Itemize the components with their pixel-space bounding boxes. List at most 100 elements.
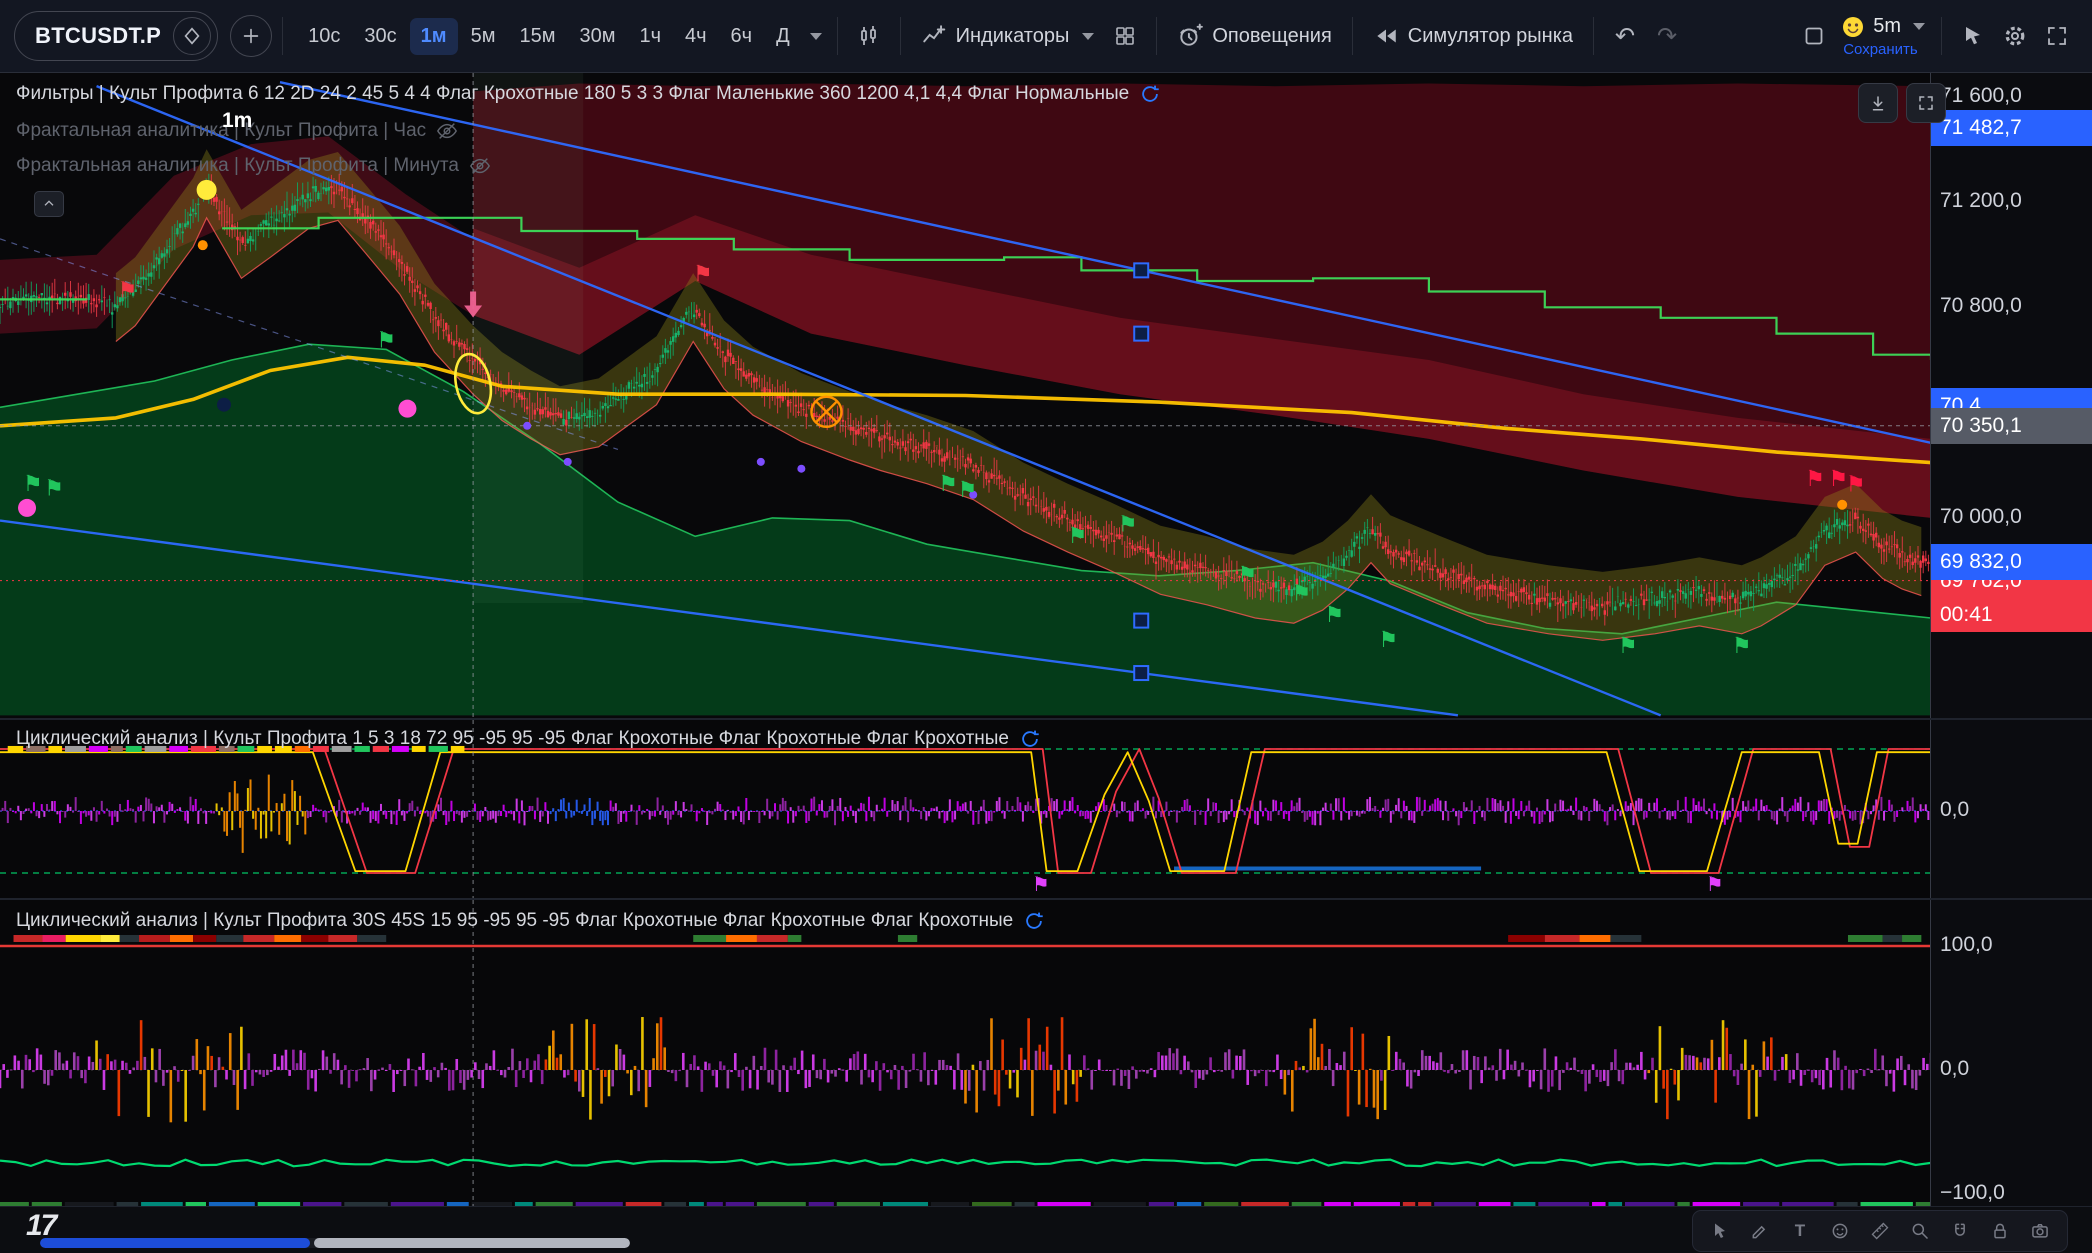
pane-divider[interactable] (0, 718, 2092, 720)
oscillator-pane-2: Циклический анализ | Культ Профита 30S 4… (0, 900, 2092, 1206)
refresh-icon[interactable] (1023, 910, 1045, 932)
symbol-button[interactable]: BTCUSDT.P (14, 11, 218, 61)
legend-cyclic-1[interactable]: Циклический анализ | Культ Профита 1 5 3… (16, 728, 1041, 750)
last-price-box: 71 482,7 (1931, 110, 2092, 146)
symbol-label: BTCUSDT.P (35, 23, 161, 49)
eye-slash-icon[interactable] (469, 155, 491, 177)
divider (900, 17, 901, 55)
svg-text:⚑: ⚑ (1846, 473, 1866, 498)
indicators-button[interactable]: Индикаторы (911, 15, 1105, 57)
timeframe-group: 10с30с1м5м15м30м1ч4ч6чД (297, 18, 800, 55)
price-label: 100,0 (1940, 933, 1993, 957)
collapse-legend-button[interactable] (34, 191, 64, 217)
svg-text:⚑: ⚑ (23, 472, 43, 497)
oscillator2-axis[interactable]: 100,00,0−100,0 (1930, 900, 2092, 1206)
price-label: 70 800,0 (1940, 294, 2022, 318)
cursor-tool-icon[interactable] (1703, 1214, 1737, 1248)
refresh-icon[interactable] (1139, 83, 1161, 105)
square-layout-icon (1802, 24, 1826, 48)
replay-label: Симулятор рынка (1408, 25, 1573, 48)
scroll-to-recent-button[interactable] (1858, 83, 1898, 123)
timeframe-6ч[interactable]: 6ч (720, 18, 764, 55)
legend-fractal-minute-text: Фрактальная аналитика | Культ Профита | … (16, 155, 459, 177)
fullscreen-icon (2045, 24, 2069, 48)
layout-save-block[interactable]: 5m Сохранить (1841, 15, 1925, 58)
scrollbar-thumb-gray[interactable] (314, 1238, 630, 1248)
svg-text:⚑: ⚑ (376, 328, 396, 353)
settings-button[interactable] (1994, 15, 2036, 57)
legend-fractal-minute[interactable]: Фрактальная аналитика | Культ Профита | … (16, 155, 491, 177)
ruler-tool-icon[interactable] (1863, 1214, 1897, 1248)
candle-countdown: 00:41 (1940, 598, 2092, 632)
chart-type-button[interactable] (848, 15, 890, 57)
price-label: 70 000,0 (1940, 505, 2022, 529)
refresh-icon[interactable] (1019, 728, 1041, 750)
undo-button[interactable]: ↶ (1604, 15, 1646, 57)
legend-cyclic-1-text: Циклический анализ | Культ Профита 1 5 3… (16, 728, 1009, 750)
save-button[interactable]: Сохранить (1843, 41, 1918, 58)
chevron-down-icon (1913, 23, 1925, 30)
pane-divider[interactable] (0, 898, 2092, 900)
layout-square-button[interactable] (1793, 15, 1835, 57)
chevron-up-icon (41, 196, 57, 212)
timeframe-30с[interactable]: 30с (353, 18, 407, 55)
timeframe-4ч[interactable]: 4ч (674, 18, 718, 55)
replay-button[interactable]: Симулятор рынка (1363, 15, 1583, 57)
divider (282, 17, 283, 55)
divider (1941, 17, 1942, 55)
timeframe-5м[interactable]: 5м (460, 18, 507, 55)
scrollbar-thumb-blue[interactable] (40, 1238, 310, 1248)
fullscreen-button[interactable] (2036, 15, 2078, 57)
svg-text:⚑: ⚑ (44, 477, 64, 502)
legend-filters[interactable]: Фильтры | Культ Профита 6 12 2D 24 2 45 … (16, 83, 1161, 105)
top-toolbar: BTCUSDT.P 10с30с1м5м15м30м1ч4ч6чД (0, 0, 2092, 73)
magnet-tool-icon[interactable] (1943, 1214, 1977, 1248)
publish-button[interactable] (1952, 15, 1994, 57)
indicators-label: Индикаторы (956, 25, 1070, 48)
chevron-down-icon (810, 33, 822, 40)
compare-add-button[interactable] (230, 15, 272, 57)
price-label: 71 200,0 (1940, 189, 2022, 213)
eye-slash-icon[interactable] (436, 120, 458, 142)
legend-filters-text: Фильтры | Культ Профита 6 12 2D 24 2 45 … (16, 83, 1129, 105)
price-axis[interactable]: 71 600,071 200,070 800,070 000,070 470 3… (1930, 73, 2092, 718)
timeframe-15м[interactable]: 15м (508, 18, 566, 55)
bottom-bar: 17 T (0, 1206, 2092, 1253)
zoom-tool-icon[interactable] (1903, 1214, 1937, 1248)
alerts-button[interactable]: Оповещения (1167, 15, 1341, 57)
maximize-pane-button[interactable] (1906, 83, 1946, 123)
timeframe-expand-button[interactable] (801, 15, 827, 57)
bottom-toolbar: T (1692, 1210, 2068, 1252)
legend-cyclic-2[interactable]: Циклический анализ | Культ Профита 30S 4… (16, 910, 1045, 932)
candles-icon (857, 24, 881, 48)
timeframe-10с[interactable]: 10с (297, 18, 351, 55)
text-tool-icon[interactable]: T (1783, 1214, 1817, 1248)
grid-icon (1113, 24, 1137, 48)
main-chart-pane: ⚑⚑⚑⚑⚑⚑⚑⚑⚑⚑⚑⚑⚑⚑⚑⚑⚑⚑ Фильтры | Культ Профи… (0, 73, 2092, 718)
timeframe-Д[interactable]: Д (765, 18, 801, 55)
svg-text:⚑: ⚑ (1732, 634, 1752, 659)
timeframe-1м[interactable]: 1м (410, 18, 458, 55)
price-label: 0,0 (1940, 1057, 1969, 1081)
price-label: 0,0 (1940, 798, 1969, 822)
brush-tool-icon[interactable] (1743, 1214, 1777, 1248)
lock-tool-icon[interactable] (1983, 1214, 2017, 1248)
emoji-tool-icon[interactable] (1823, 1214, 1857, 1248)
camera-tool-icon[interactable] (2023, 1214, 2057, 1248)
svg-text:⚑: ⚑ (1068, 524, 1088, 549)
trading-app: BTCUSDT.P 10с30с1м5м15м30м1ч4ч6чД (0, 0, 2092, 1252)
svg-text:⚑: ⚑ (1032, 872, 1050, 896)
svg-text:⚑: ⚑ (1324, 603, 1344, 628)
timeframe-30м[interactable]: 30м (568, 18, 626, 55)
pointer-icon (1961, 24, 1985, 48)
symbol-diamond-icon[interactable] (173, 17, 211, 55)
redo-button[interactable]: ↷ (1646, 15, 1688, 57)
oscillator1-axis[interactable]: 0,0 (1930, 720, 2092, 898)
horizontal-scrollbar[interactable] (40, 1238, 630, 1248)
svg-text:⚑: ⚑ (693, 262, 713, 287)
indicator-templates-button[interactable] (1104, 15, 1146, 57)
alert-clock-icon (1177, 23, 1203, 49)
oscillator2-canvas[interactable] (0, 900, 1931, 1206)
maximize-icon (1917, 94, 1935, 112)
timeframe-1ч[interactable]: 1ч (628, 18, 672, 55)
